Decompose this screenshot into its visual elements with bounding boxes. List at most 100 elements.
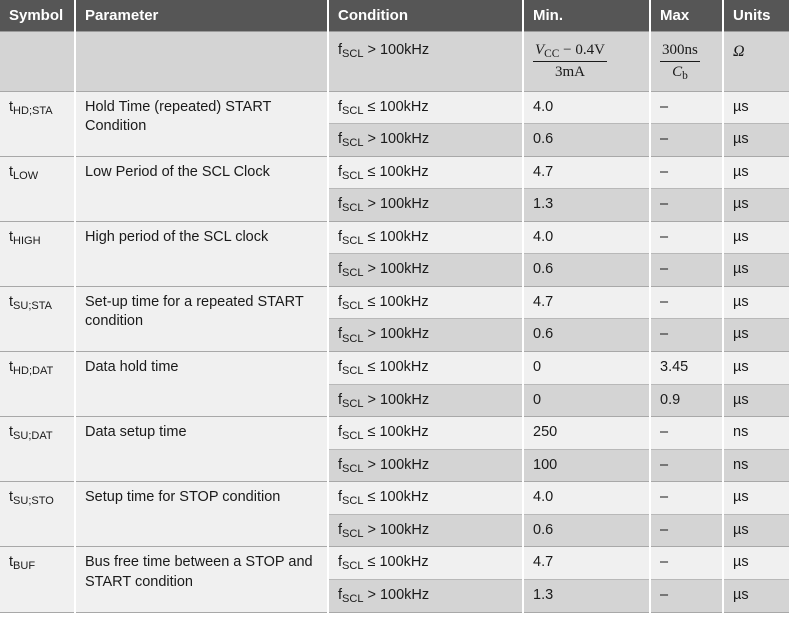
cell-condition: fSCL > 100kHz (328, 31, 524, 92)
cell-symbol: tHIGH (0, 221, 76, 287)
cell-condition: fSCL ≤ 100kHz (328, 156, 524, 190)
cell-units: Ω (723, 31, 789, 92)
cell-min: 0 (523, 384, 651, 418)
cell-max: – (650, 156, 724, 190)
cell-min: 1.3 (523, 579, 651, 613)
cell-condition: fSCL > 100kHz (328, 514, 524, 548)
table-row: tHIGH High period of the SCL clock fSCL ≤ … (0, 221, 789, 287)
column-header-min: Min. (523, 0, 651, 32)
table-row: fSCL > 100kHz VCC − 0.4V 3mA 300ns Cb Ω (0, 31, 789, 92)
cell-symbol: tLOW (0, 156, 76, 222)
cell-units: µs (723, 188, 789, 222)
cell-parameter: Data hold time (75, 351, 329, 418)
table-row: tSU;STO Setup time for STOP condition fSCL… (0, 481, 789, 548)
cell-parameter: Bus free time between a STOP and START c… (75, 546, 329, 613)
cell-parameter: Low Period of the SCL Clock (75, 156, 329, 222)
cell-units: ns (723, 416, 789, 450)
table-row: tHD;STA Hold Time (repeated) START Condit… (0, 91, 789, 157)
cell-max: – (650, 514, 724, 548)
cell-units: µs (723, 318, 789, 352)
cell-min: 0 (523, 351, 651, 385)
cell-units: µs (723, 351, 789, 385)
column-header-units: Units (723, 0, 789, 32)
cell-symbol: tSU;DAT (0, 416, 76, 483)
cell-units: µs (723, 384, 789, 418)
cell-parameter: Set-up time for a repeated START conditi… (75, 286, 329, 353)
cell-max: – (650, 579, 724, 613)
column-header-symbol: Symbol (0, 0, 76, 32)
cell-min: 4.7 (523, 156, 651, 190)
cell-units: µs (723, 514, 789, 548)
cell-max: – (650, 221, 724, 255)
cell-parameter: Data setup time (75, 416, 329, 483)
column-header-condition: Condition (328, 0, 524, 32)
cell-max: – (650, 123, 724, 157)
cell-condition: fSCL > 100kHz (328, 318, 524, 352)
cell-min: 4.0 (523, 91, 651, 125)
cell-condition: fSCL > 100kHz (328, 449, 524, 483)
cell-condition: fSCL > 100kHz (328, 123, 524, 157)
table-header: Symbol Parameter Condition Min. Max Unit… (0, 0, 789, 32)
cell-condition: fSCL ≤ 100kHz (328, 416, 524, 450)
cell-symbol: tBUF (0, 546, 76, 613)
cell-condition: fSCL ≤ 100kHz (328, 481, 524, 515)
table-row: tSU;STA Set-up time for a repeated START … (0, 286, 789, 353)
timing-specification-table: Symbol Parameter Condition Min. Max Unit… (0, 0, 789, 613)
cell-parameter: High period of the SCL clock (75, 221, 329, 287)
cell-max: – (650, 318, 724, 352)
cell-symbol: tHD;STA (0, 91, 76, 157)
cell-min: 4.0 (523, 221, 651, 255)
cell-symbol: tHD;DAT (0, 351, 76, 418)
cell-max: – (650, 91, 724, 125)
cell-parameter: Hold Time (repeated) START Condition (75, 91, 329, 157)
table-row: tLOW Low Period of the SCL Clock fSCL ≤ 10… (0, 156, 789, 222)
cell-units: µs (723, 156, 789, 190)
cell-condition: fSCL ≤ 100kHz (328, 351, 524, 385)
cell-symbol (0, 31, 76, 92)
cell-max: – (650, 286, 724, 320)
column-header-parameter: Parameter (75, 0, 329, 32)
cell-min: 0.6 (523, 318, 651, 352)
cell-min: 4.7 (523, 546, 651, 580)
cell-units: µs (723, 286, 789, 320)
table-header-row: Symbol Parameter Condition Min. Max Unit… (0, 0, 789, 32)
column-header-max: Max (650, 0, 724, 32)
cell-parameter: Setup time for STOP condition (75, 481, 329, 548)
cell-units: µs (723, 221, 789, 255)
cell-min: 4.0 (523, 481, 651, 515)
cell-max: 3.45 (650, 351, 724, 385)
cell-max: – (650, 416, 724, 450)
cell-condition: fSCL ≤ 100kHz (328, 91, 524, 125)
cell-max: – (650, 253, 724, 287)
cell-units: µs (723, 481, 789, 515)
cell-condition: fSCL > 100kHz (328, 188, 524, 222)
cell-min: 100 (523, 449, 651, 483)
cell-min: 1.3 (523, 188, 651, 222)
cell-min: 0.6 (523, 514, 651, 548)
table-row: tBUF Bus free time between a STOP and STA… (0, 546, 789, 613)
cell-max: – (650, 188, 724, 222)
table-body: fSCL > 100kHz VCC − 0.4V 3mA 300ns Cb ΩtHD;ST… (0, 31, 789, 613)
cell-max: 300ns Cb (650, 31, 724, 92)
cell-parameter (75, 31, 329, 92)
table-row: tSU;DAT Data setup time fSCL ≤ 100kHz 250– n… (0, 416, 789, 483)
cell-condition: fSCL ≤ 100kHz (328, 221, 524, 255)
cell-units: µs (723, 579, 789, 613)
cell-symbol: tSU;STA (0, 286, 76, 353)
cell-max: – (650, 449, 724, 483)
cell-condition: fSCL ≤ 100kHz (328, 286, 524, 320)
cell-condition: fSCL ≤ 100kHz (328, 546, 524, 580)
cell-condition: fSCL > 100kHz (328, 253, 524, 287)
cell-max: – (650, 481, 724, 515)
cell-max: – (650, 546, 724, 580)
cell-condition: fSCL > 100kHz (328, 384, 524, 418)
cell-units: µs (723, 123, 789, 157)
cell-units: µs (723, 546, 789, 580)
cell-units: µs (723, 253, 789, 287)
cell-min: 0.6 (523, 123, 651, 157)
cell-units: ns (723, 449, 789, 483)
table-row: tHD;DAT Data hold time fSCL ≤ 100kHz 0 3.45 µ… (0, 351, 789, 418)
cell-min: 0.6 (523, 253, 651, 287)
cell-min: VCC − 0.4V 3mA (523, 31, 651, 92)
cell-min: 250 (523, 416, 651, 450)
